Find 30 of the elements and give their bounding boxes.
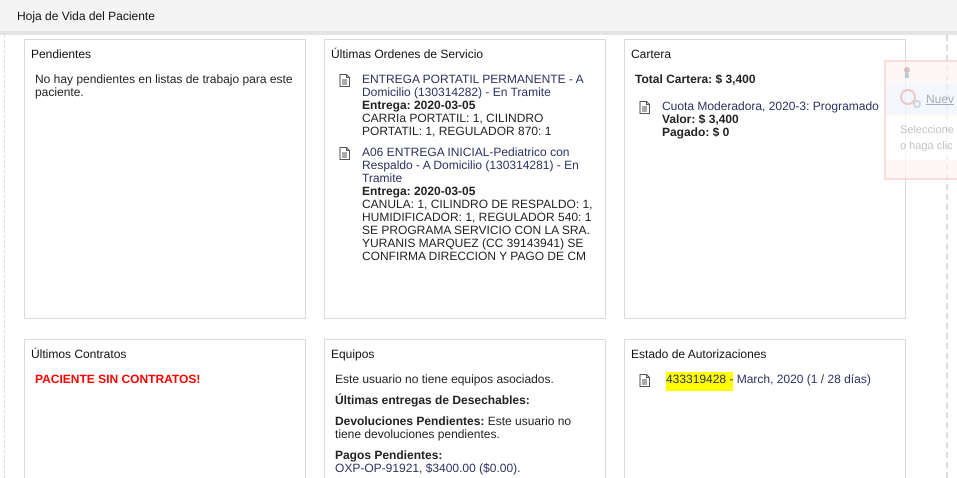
card-title: Cartera xyxy=(631,46,672,63)
detail-label: Pagos Pendientes: xyxy=(335,449,444,462)
document-icon xyxy=(339,147,350,160)
order-link[interactable]: OXP-OP-91921, $3400.00 ($0.00). xyxy=(335,462,599,475)
hint-text: o haga clic xyxy=(900,139,954,154)
document-icon xyxy=(639,101,650,114)
info-text: Este usuario no tiene equipos asociados. xyxy=(335,373,555,386)
page-title: Hoja de Vida del Paciente xyxy=(17,8,155,24)
detail-text: CARRIa PORTATIL: 1, CILINDRO PORTATIL: 1, REGULADOR 870: 1 xyxy=(362,112,552,138)
detail-text: CANULA: 1, CILINDRO DE RESPALDO: 1, HUMIDIFICADOR: 1, REGULADOR 540: 1 SE PROGRAMA SERVICIO CON LA SRA. YURANIS MARQUEZ (CC 39143941) SE CONFIRMA DIRECCION Y PAGO DE CM xyxy=(362,198,594,263)
card-title: Últimos Contratos xyxy=(31,346,128,363)
detail-label: Pagado: $ 0 xyxy=(662,126,730,139)
section-label: Total Cartera: $ 3,400 xyxy=(635,73,756,86)
detail-label: Entrega: 2020-03-05 xyxy=(362,99,476,112)
info-text: Últimas entregas de Desechables: xyxy=(335,394,531,407)
order-link[interactable]: Cuota Moderadora, 2020-3: Programado xyxy=(662,100,879,113)
alert-text: PACIENTE SIN CONTRATOS! xyxy=(35,373,202,386)
info-text: No hay pendientes en listas de trabajo para este paciente. xyxy=(35,73,294,99)
card-title: Equipos xyxy=(331,346,376,363)
card-title: Pendientes xyxy=(31,46,92,63)
document-icon xyxy=(339,74,350,87)
card-title: Últimas Ordenes de Servicio xyxy=(331,46,484,63)
hint-text: Seleccione xyxy=(900,123,955,138)
detail-label: Entrega: 2020-03-05 xyxy=(362,185,476,198)
card-title: Estado de Autorizaciones xyxy=(631,346,768,363)
order-link[interactable]: ENTREGA PORTATIL PERMANENTE - A Domicilio (130314282) - En Tramite xyxy=(362,73,597,99)
detail-label: Valor: $ 3,400 xyxy=(662,113,740,126)
info-text: Devoluciones Pendientes: Este usuario no tiene devoluciones pendientes. xyxy=(335,415,572,441)
order-link[interactable]: A06 ENTREGA INICIAL-Pediatrico con Respaldo - A Domicilio (130314281) - En Tramite xyxy=(362,146,597,185)
document-icon xyxy=(639,374,650,387)
